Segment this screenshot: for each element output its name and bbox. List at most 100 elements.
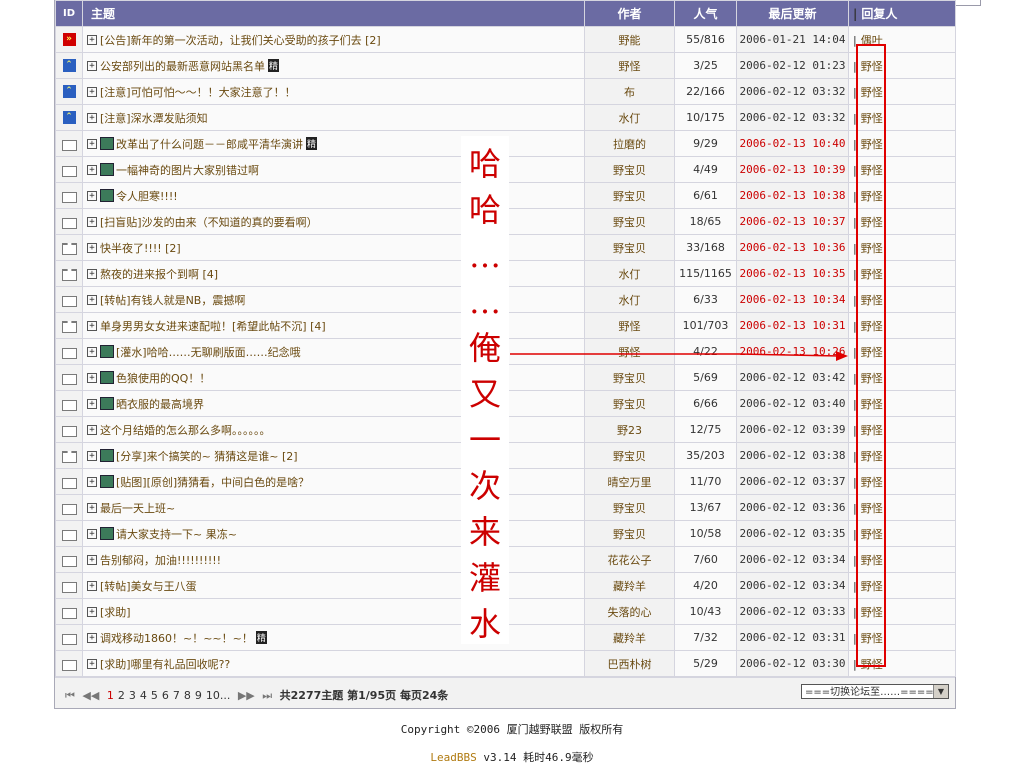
topic-title-link[interactable]: 请大家支持一下~ 果冻~ bbox=[116, 528, 237, 541]
topic-author[interactable]: 水仃 bbox=[584, 286, 675, 313]
expand-icon[interactable]: + bbox=[87, 450, 97, 461]
topic-title-cell[interactable]: + 告别郁闷，加油!!!!!!!!!! bbox=[82, 546, 585, 573]
topic-author[interactable]: 野宝贝 bbox=[584, 208, 675, 235]
topic-title-link[interactable]: 告别郁闷，加油!!!!!!!!!! bbox=[100, 554, 221, 567]
page-number-link[interactable]: 6 bbox=[162, 689, 169, 702]
topic-title-link[interactable]: 公安部列出的最新恶意网站黑名单 bbox=[100, 60, 265, 73]
topic-title-link[interactable]: [求助]哪里有礼品回收呢?? bbox=[100, 658, 230, 671]
topic-title-cell[interactable]: + 一幅神奇的图片大家别错过啊 bbox=[82, 156, 585, 183]
topic-title-link[interactable]: [注意]深水潭发贴须知 bbox=[100, 112, 208, 125]
topic-author[interactable]: 野宝贝 bbox=[584, 234, 675, 261]
topic-author[interactable]: 野能 bbox=[584, 26, 675, 53]
topic-title-link[interactable]: 改革出了什么问题－－郎咸平清华演讲 bbox=[116, 138, 303, 151]
topic-title-cell[interactable]: + [注意]可怕可怕～～！！大家注意了！！ bbox=[82, 78, 585, 105]
topic-title-link[interactable]: 一幅神奇的图片大家别错过啊 bbox=[116, 164, 259, 177]
topic-title-link[interactable]: [贴图][原创]猜猜看，中间白色的是啥？ bbox=[116, 476, 309, 489]
page-number-link[interactable]: 5 bbox=[151, 689, 158, 702]
topic-title-link[interactable]: [转帖]美女与王八蛋 bbox=[100, 580, 197, 593]
topic-title-link[interactable]: [公告]新年的第一次活动，让我们关心受助的孩子们去 [2] bbox=[100, 34, 381, 47]
table-row[interactable]: ⌃ + 公安部列出的最新恶意网站黑名单精野怪 3/25 2006-02-12 01:23… bbox=[55, 52, 956, 79]
topic-title-link[interactable]: [分享]来个搞笑的~ 猜猜这是谁~ [2] bbox=[116, 450, 298, 463]
topic-title-cell[interactable]: + [注意]深水潭发贴须知 bbox=[82, 104, 585, 131]
topic-title-link[interactable]: [扫盲贴]沙发的由来（不知道的真的要看啊） bbox=[100, 216, 318, 229]
topic-title-link[interactable]: [注意]可怕可怕～～！！大家注意了！！ bbox=[100, 86, 296, 99]
column-header-author[interactable]: 作者 bbox=[584, 0, 675, 27]
topic-author[interactable]: 拉磨的 bbox=[584, 130, 675, 157]
expand-icon[interactable]: + bbox=[87, 658, 97, 669]
topic-title-link[interactable]: 熬夜的进来报个到啊 [4] bbox=[100, 268, 218, 281]
topic-title-cell[interactable]: + 这个月结婚的怎么那么多啊。。。。。。 bbox=[82, 416, 585, 443]
topic-author[interactable]: 藏羚羊 bbox=[584, 572, 675, 599]
expand-icon[interactable]: + bbox=[87, 606, 97, 617]
expand-icon[interactable]: + bbox=[87, 60, 97, 71]
topic-title-link[interactable]: 单身男男女女进来速配啦！[希望此帖不沉] [4] bbox=[100, 320, 326, 333]
expand-icon[interactable]: + bbox=[87, 294, 97, 305]
column-header-popularity[interactable]: 人气 bbox=[674, 0, 737, 27]
last-page-icon[interactable]: ⏭ bbox=[262, 689, 272, 702]
forum-jump-select[interactable]: ===切换论坛至……==== ▼ bbox=[801, 684, 949, 699]
topic-title-cell[interactable]: + 请大家支持一下~ 果冻~ bbox=[82, 520, 585, 547]
table-row[interactable]: » + [公告]新年的第一次活动，让我们关心受助的孩子们去 [2] 野能 55/816 2… bbox=[55, 26, 956, 53]
topic-title-link[interactable]: 令人胆寒!!!! bbox=[116, 190, 178, 203]
topic-title-link[interactable]: 晒衣服的最高境界 bbox=[116, 398, 204, 411]
expand-icon[interactable]: + bbox=[87, 138, 97, 149]
expand-icon[interactable]: + bbox=[87, 164, 97, 175]
page-number-link[interactable]: 7 bbox=[173, 689, 180, 702]
topic-author[interactable]: 野宝贝 bbox=[584, 390, 675, 417]
topic-author[interactable]: 野宝贝 bbox=[584, 442, 675, 469]
expand-icon[interactable]: + bbox=[87, 190, 97, 201]
topic-title-cell[interactable]: + 单身男男女女进来速配啦！[希望此帖不沉] [4] bbox=[82, 312, 585, 339]
table-row[interactable]: + [求助]哪里有礼品回收呢?? 巴西朴树 5/29 2006-02-12 03:30 |… bbox=[55, 650, 956, 677]
expand-icon[interactable]: + bbox=[87, 554, 97, 565]
page-number-link[interactable]: 1 bbox=[107, 689, 114, 702]
topic-title-link[interactable]: 最后一天上班~ bbox=[100, 502, 175, 515]
expand-icon[interactable]: + bbox=[87, 216, 97, 227]
topic-author[interactable]: 野宝贝 bbox=[584, 520, 675, 547]
expand-icon[interactable]: + bbox=[87, 268, 97, 279]
topic-title-cell[interactable]: + [转帖]有钱人就是NB，震撼啊 bbox=[82, 286, 585, 313]
column-header-last-update[interactable]: 最后更新 bbox=[736, 0, 849, 27]
column-header-reply[interactable]: | 回复人 bbox=[848, 0, 956, 27]
prev-page-icon[interactable]: ◀◀ bbox=[82, 689, 99, 702]
topic-title-cell[interactable]: + 最后一天上班~ bbox=[82, 494, 585, 521]
topic-title-cell[interactable]: + 晒衣服的最高境界 bbox=[82, 390, 585, 417]
expand-icon[interactable]: + bbox=[87, 112, 97, 123]
topic-author[interactable]: 水仃 bbox=[584, 104, 675, 131]
expand-icon[interactable]: + bbox=[87, 424, 97, 435]
topic-author[interactable]: 藏羚羊 bbox=[584, 624, 675, 651]
topic-title-cell[interactable]: + [求助]哪里有礼品回收呢?? bbox=[82, 650, 585, 677]
topic-title-cell[interactable]: + 快半夜了!!!! [2] bbox=[82, 234, 585, 261]
topic-author[interactable]: 野宝贝 bbox=[584, 494, 675, 521]
table-row[interactable]: ⌃ + [注意]深水潭发贴须知 水仃 10/175 2006-02-12 03:32 | 野怪 bbox=[55, 104, 956, 131]
topic-title-link[interactable]: 调戏移动1860！~！~~！~！ bbox=[100, 632, 253, 645]
topic-title-cell[interactable]: + [求助] bbox=[82, 598, 585, 625]
first-page-icon[interactable]: ⏮ bbox=[65, 689, 75, 702]
topic-title-cell[interactable]: + 熬夜的进来报个到啊 [4] bbox=[82, 260, 585, 287]
topic-title-cell[interactable]: + 公安部列出的最新恶意网站黑名单精 bbox=[82, 52, 585, 79]
page-number-link[interactable]: 2 bbox=[118, 689, 125, 702]
topic-title-cell[interactable]: + [转帖]美女与王八蛋 bbox=[82, 572, 585, 599]
expand-icon[interactable]: + bbox=[87, 528, 97, 539]
page-number-link[interactable]: 3 bbox=[129, 689, 136, 702]
column-header-title[interactable]: 主题 bbox=[82, 0, 585, 27]
topic-title-cell[interactable]: + 色狼使用的QQ！！ bbox=[82, 364, 585, 391]
expand-icon[interactable]: + bbox=[87, 86, 97, 97]
expand-icon[interactable]: + bbox=[87, 502, 97, 513]
expand-icon[interactable]: + bbox=[87, 34, 97, 45]
topic-title-cell[interactable]: + 令人胆寒!!!! bbox=[82, 182, 585, 209]
page-number-link[interactable]: 9 bbox=[195, 689, 202, 702]
topic-author[interactable]: 失落的心 bbox=[584, 598, 675, 625]
topic-author[interactable]: 野23 bbox=[584, 416, 675, 443]
topic-author[interactable]: 野宝贝 bbox=[584, 156, 675, 183]
page-number-link[interactable]: 8 bbox=[184, 689, 191, 702]
topic-title-link[interactable]: [求助] bbox=[100, 606, 131, 619]
topic-author[interactable]: 花花公子 bbox=[584, 546, 675, 573]
page-number-link[interactable]: 4 bbox=[140, 689, 147, 702]
expand-icon[interactable]: + bbox=[87, 346, 97, 357]
topic-author[interactable]: 水仃 bbox=[584, 260, 675, 287]
topic-title-cell[interactable]: + [扫盲贴]沙发的由来（不知道的真的要看啊） bbox=[82, 208, 585, 235]
expand-icon[interactable]: + bbox=[87, 476, 97, 487]
topic-title-cell[interactable]: + 改革出了什么问题－－郎咸平清华演讲精 bbox=[82, 130, 585, 157]
topic-title-link[interactable]: 快半夜了!!!! [2] bbox=[100, 242, 181, 255]
topic-title-cell[interactable]: + [分享]来个搞笑的~ 猜猜这是谁~ [2] bbox=[82, 442, 585, 469]
